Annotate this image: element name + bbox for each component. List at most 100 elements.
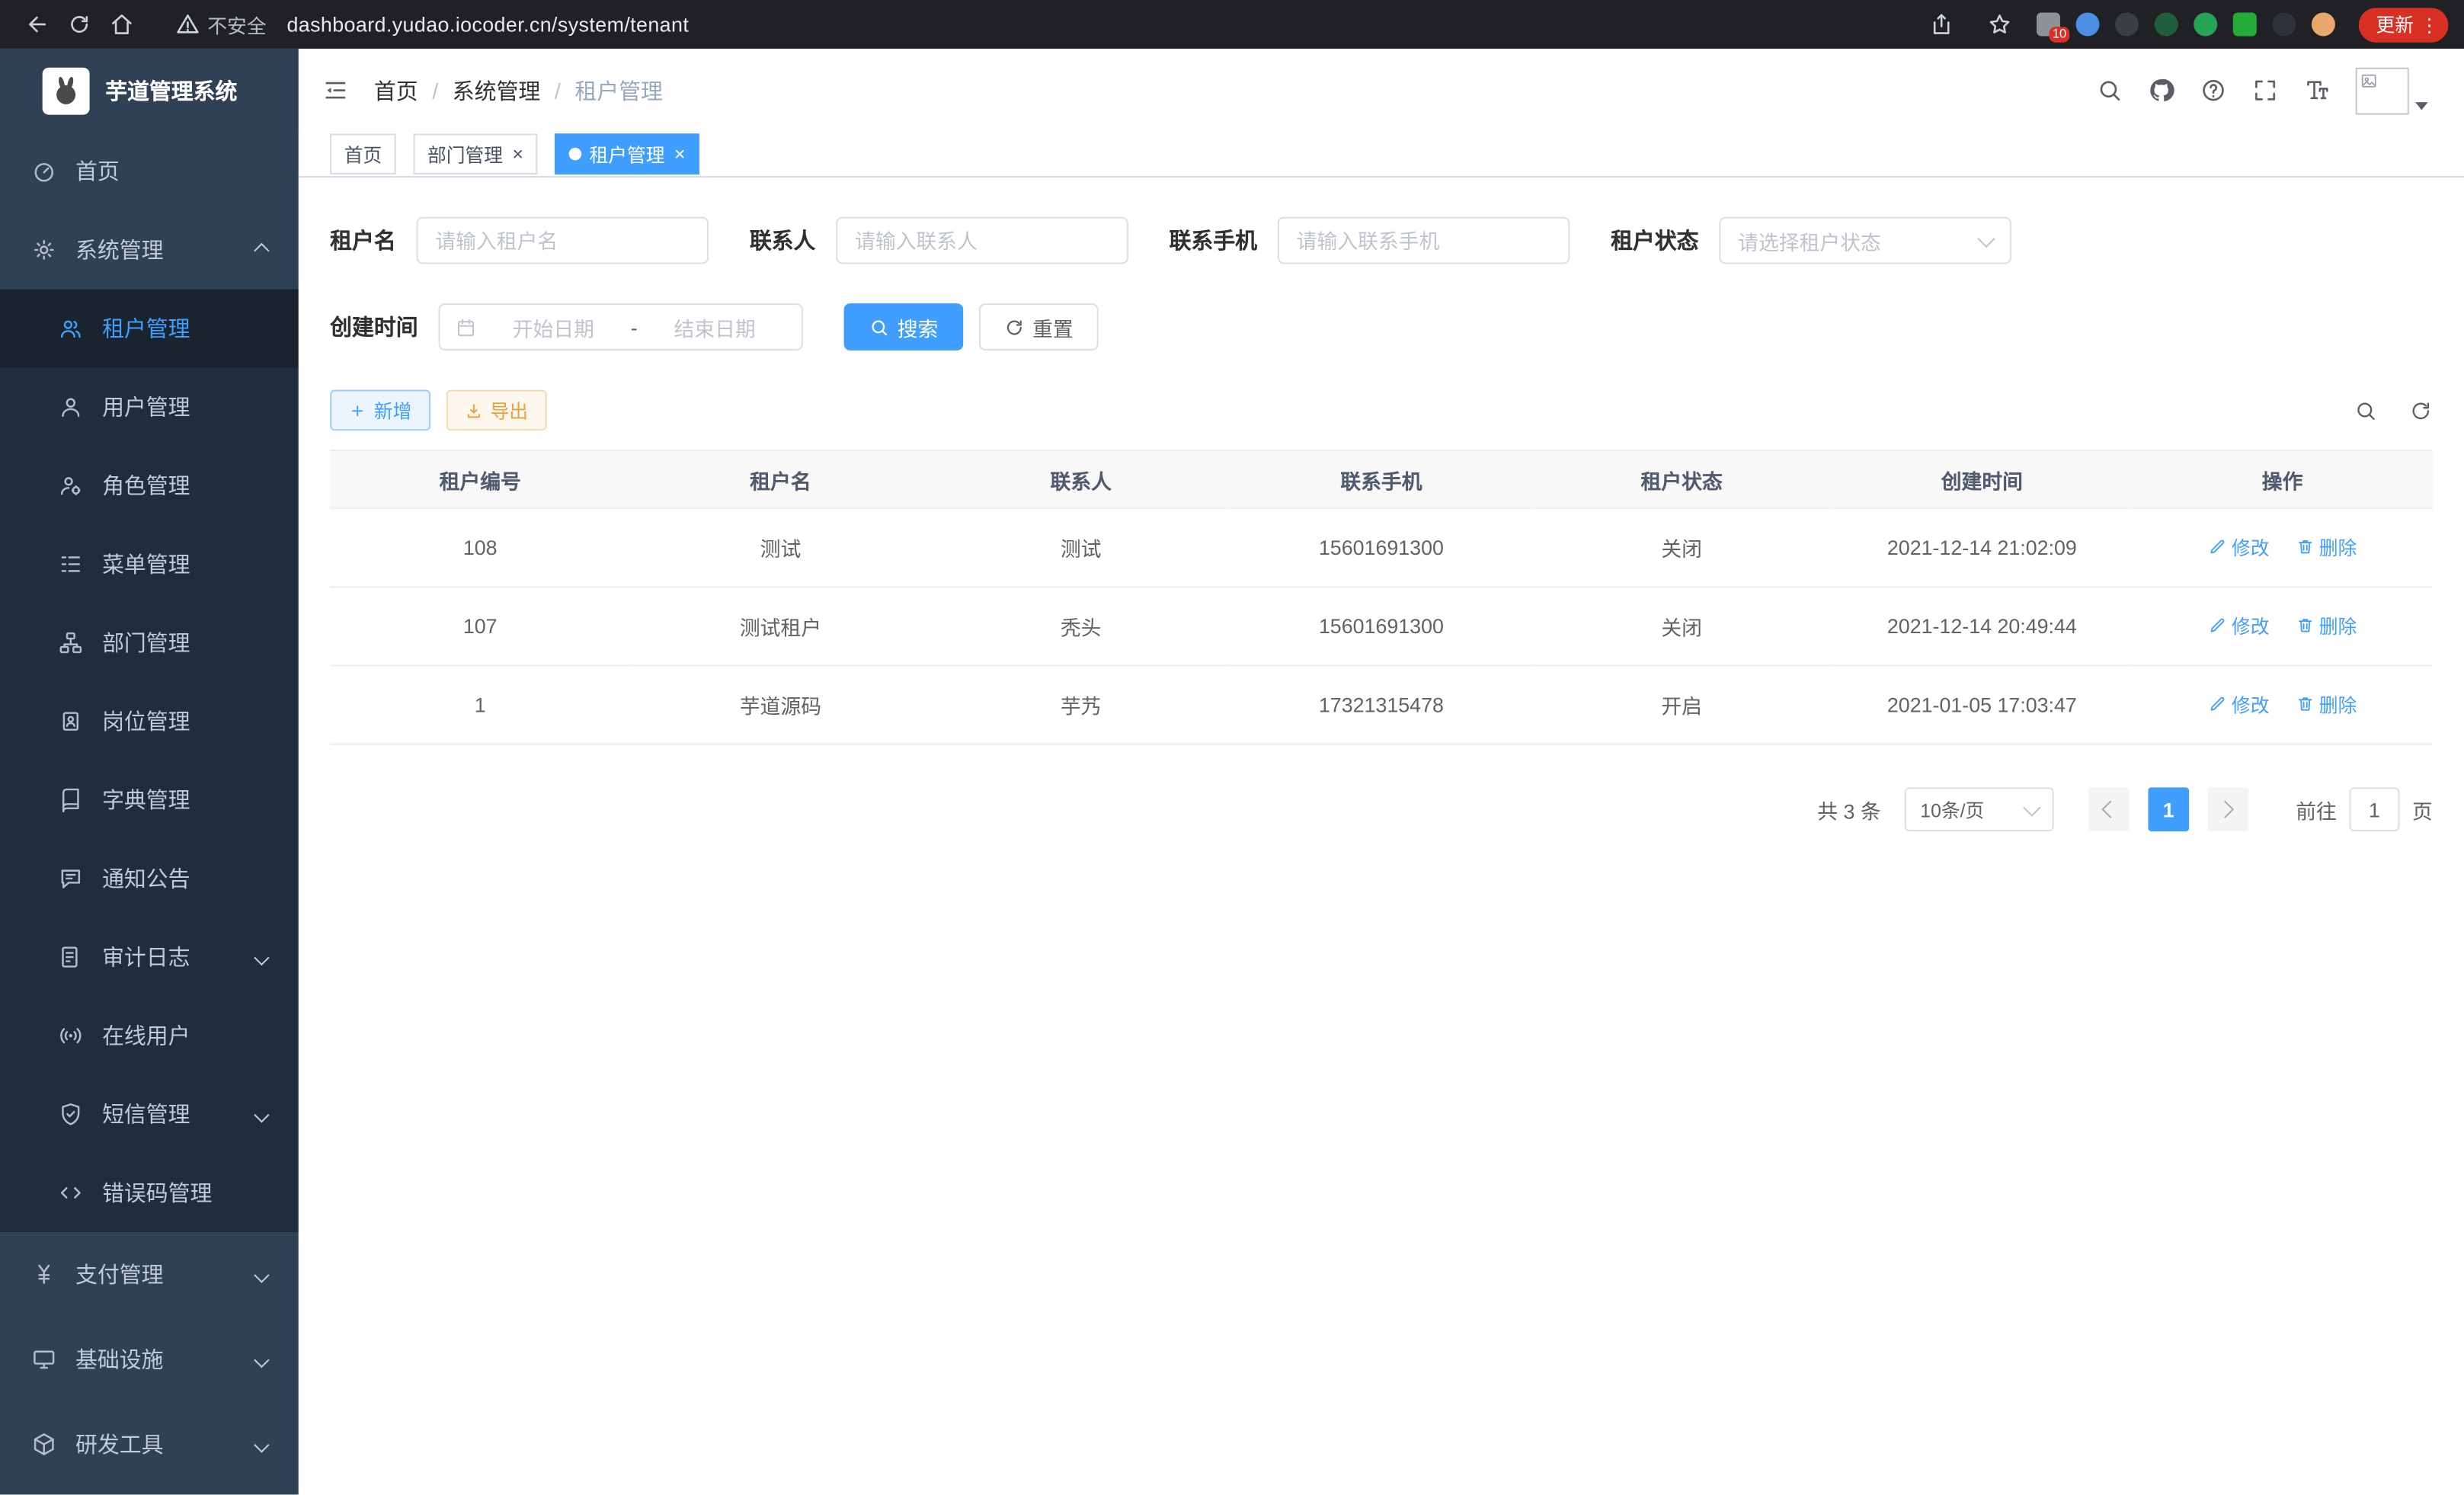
chevron-down-icon bbox=[1977, 229, 1995, 247]
contact-label: 联系人 bbox=[750, 225, 816, 256]
page-number-1[interactable]: 1 bbox=[2148, 787, 2189, 831]
security-indicator[interactable]: 不安全 bbox=[174, 9, 267, 39]
breadcrumb-system[interactable]: 系统管理 bbox=[453, 75, 541, 106]
col-created: 创建时间 bbox=[1832, 450, 2132, 508]
add-button[interactable]: 新增 bbox=[330, 390, 430, 431]
update-button-label: 更新 bbox=[2376, 11, 2414, 37]
sidebar-item-dev-tools[interactable]: 研发工具 bbox=[0, 1402, 299, 1487]
app-logo[interactable]: 芋道管理系统 bbox=[0, 49, 299, 132]
filter-row-2: 创建时间 开始日期 - 结束日期 搜索 重置 bbox=[330, 303, 2433, 351]
chevron-down-icon bbox=[2023, 798, 2040, 815]
table-row: 108 测试 测试 15601691300 关闭 2021-12-14 21:0… bbox=[330, 508, 2433, 587]
sidebar-item-error-code-management[interactable]: 错误码管理 bbox=[0, 1154, 299, 1232]
refresh-table-icon[interactable] bbox=[2409, 399, 2433, 422]
reset-button[interactable]: 重置 bbox=[979, 303, 1099, 351]
tab-close-icon[interactable]: × bbox=[512, 145, 523, 164]
bookmark-star-icon[interactable] bbox=[1979, 13, 2021, 37]
end-date: 结束日期 bbox=[644, 312, 786, 341]
active-tab-dot bbox=[569, 148, 582, 161]
caret-down-icon bbox=[2415, 101, 2428, 109]
sidebar-item-audit-log[interactable]: 审计日志 bbox=[0, 918, 299, 997]
menu-kebab-icon: ⋮ bbox=[2420, 15, 2439, 34]
delete-link[interactable]: 删除 bbox=[2296, 691, 2357, 718]
export-button[interactable]: 导出 bbox=[446, 390, 547, 431]
user-avatar-menu[interactable] bbox=[2356, 67, 2428, 114]
share-icon[interactable] bbox=[1920, 13, 1963, 37]
search-button[interactable]: 搜索 bbox=[844, 303, 964, 351]
profile-avatar[interactable] bbox=[2312, 13, 2335, 37]
delete-link[interactable]: 删除 bbox=[2296, 534, 2357, 561]
sidebar-item-home[interactable]: 首页 bbox=[0, 132, 299, 210]
sidebar-item-payment-management[interactable]: 支付管理 bbox=[0, 1232, 299, 1317]
address-url[interactable]: dashboard.yudao.iocoder.cn/system/tenant bbox=[286, 13, 689, 37]
book-icon bbox=[58, 787, 83, 812]
delete-link[interactable]: 删除 bbox=[2296, 613, 2357, 639]
edit-link[interactable]: 修改 bbox=[2208, 534, 2269, 561]
github-icon[interactable] bbox=[2148, 77, 2174, 104]
help-icon[interactable] bbox=[2200, 77, 2227, 104]
shield-icon bbox=[58, 1102, 83, 1127]
sidebar-item-system-management[interactable]: 系统管理 bbox=[0, 210, 299, 289]
sidebar-item-online-users[interactable]: 在线用户 bbox=[0, 997, 299, 1075]
roles-icon bbox=[58, 473, 83, 498]
sidebar-item-user-management[interactable]: 用户管理 bbox=[0, 368, 299, 447]
edit-link[interactable]: 修改 bbox=[2208, 691, 2269, 718]
contact-input[interactable] bbox=[836, 217, 1128, 264]
col-tenant-id: 租户编号 bbox=[330, 450, 630, 508]
tab-dept-management[interactable]: 部门管理 × bbox=[413, 133, 537, 174]
tab-home[interactable]: 首页 bbox=[330, 133, 396, 174]
sidebar-item-menu-management[interactable]: 菜单管理 bbox=[0, 525, 299, 603]
tab-close-icon[interactable]: × bbox=[674, 145, 685, 164]
avatar bbox=[2356, 67, 2409, 114]
pencil-icon bbox=[2208, 616, 2227, 635]
extension-icon-2[interactable] bbox=[2076, 13, 2100, 37]
tab-tenant-management[interactable]: 租户管理 × bbox=[555, 133, 699, 174]
extension-icon-5[interactable] bbox=[2194, 13, 2217, 37]
pagination: 共 3 条 10条/页 1 前往 页 bbox=[330, 787, 2433, 831]
status-select[interactable]: 请选择租户状态 bbox=[1719, 217, 2011, 264]
status-label: 租户状态 bbox=[1611, 225, 1699, 256]
trash-icon bbox=[2296, 538, 2315, 557]
edit-link[interactable]: 修改 bbox=[2208, 613, 2269, 639]
sidebar-item-sms-management[interactable]: 短信管理 bbox=[0, 1075, 299, 1154]
sidebar-item-dept-management[interactable]: 部门管理 bbox=[0, 603, 299, 682]
sidebar-item-dict-management[interactable]: 字典管理 bbox=[0, 760, 299, 839]
date-range-picker[interactable]: 开始日期 - 结束日期 bbox=[438, 303, 803, 351]
broadcast-icon bbox=[58, 1023, 83, 1048]
show-search-icon[interactable] bbox=[2354, 399, 2378, 422]
phone-label: 联系手机 bbox=[1170, 225, 1258, 256]
extension-icon-3[interactable] bbox=[2115, 13, 2139, 37]
phone-input[interactable] bbox=[1278, 217, 1570, 264]
sidebar-item-tenant-management[interactable]: 租户管理 bbox=[0, 290, 299, 368]
org-tree-icon bbox=[58, 630, 83, 655]
collapse-sidebar-icon[interactable] bbox=[322, 77, 349, 104]
extension-icon-1[interactable]: 10 bbox=[2037, 13, 2060, 37]
sidebar-item-role-management[interactable]: 角色管理 bbox=[0, 447, 299, 525]
next-page-button[interactable] bbox=[2208, 787, 2249, 831]
security-label: 不安全 bbox=[207, 9, 266, 39]
sidebar-item-post-management[interactable]: 岗位管理 bbox=[0, 682, 299, 760]
search-icon[interactable] bbox=[2096, 77, 2123, 104]
font-size-icon[interactable] bbox=[2304, 77, 2331, 104]
sidebar-item-infrastructure[interactable]: 基础设施 bbox=[0, 1317, 299, 1401]
document-icon bbox=[58, 945, 83, 970]
home-icon[interactable] bbox=[101, 13, 143, 37]
page-size-select[interactable]: 10条/页 bbox=[1905, 787, 2054, 831]
extension-icon-7[interactable] bbox=[2272, 13, 2296, 37]
prev-page-button[interactable] bbox=[2088, 787, 2130, 831]
table-header-row: 租户编号 租户名 联系人 联系手机 租户状态 创建时间 操作 bbox=[330, 450, 2433, 508]
tenant-name-input[interactable] bbox=[417, 217, 709, 264]
extension-icon-4[interactable] bbox=[2155, 13, 2178, 37]
breadcrumb-home[interactable]: 首页 bbox=[374, 75, 418, 106]
col-actions: 操作 bbox=[2132, 450, 2432, 508]
back-icon[interactable] bbox=[16, 13, 59, 37]
extension-icon-6[interactable] bbox=[2233, 13, 2257, 37]
update-button[interactable]: 更新 ⋮ bbox=[2359, 7, 2449, 41]
fullscreen-icon[interactable] bbox=[2252, 77, 2279, 104]
reload-icon[interactable] bbox=[58, 13, 101, 37]
total-count: 共 3 条 bbox=[1817, 795, 1880, 824]
page-unit-label: 页 bbox=[2412, 795, 2433, 824]
refresh-icon bbox=[1004, 317, 1025, 338]
sidebar-item-notice[interactable]: 通知公告 bbox=[0, 839, 299, 917]
goto-page-input[interactable] bbox=[2349, 787, 2399, 831]
